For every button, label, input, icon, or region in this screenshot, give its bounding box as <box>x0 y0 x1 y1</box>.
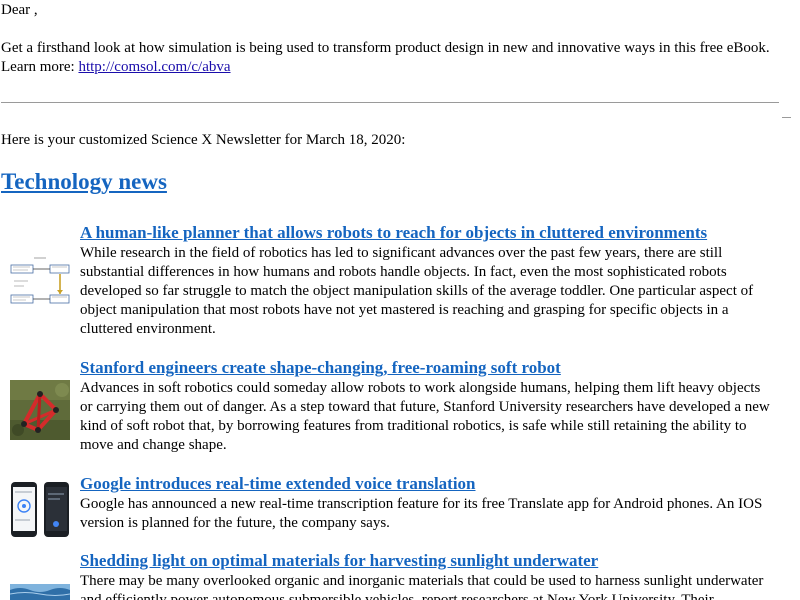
article-summary: There may be many overlooked organic and… <box>80 573 764 600</box>
article-summary: While research in the field of robotics … <box>80 245 754 337</box>
promo-block: Get a firsthand look at how simulation i… <box>1 39 791 77</box>
article-summary: Advances in soft robotics could someday … <box>80 380 770 453</box>
horizontal-divider <box>1 102 779 103</box>
robot-photo-icon <box>10 380 70 440</box>
article-thumbnail-water[interactable] <box>10 584 70 600</box>
underwater-photo-icon <box>10 584 70 600</box>
article-summary: Google has announced a new real-time tra… <box>80 496 763 531</box>
article-thumbnail-diagram[interactable] <box>10 255 70 315</box>
promo-text: Get a firsthand look at how simulation i… <box>1 40 770 56</box>
article-headline-link[interactable]: Google introduces real-time extended voi… <box>80 474 476 494</box>
learn-more-label: Learn more: <box>1 59 75 75</box>
newsletter-intro: Here is your customized Science X Newsle… <box>1 132 406 148</box>
article-headline-link[interactable]: A human-like planner that allows robots … <box>80 223 707 243</box>
article-headline-link[interactable]: Stanford engineers create shape-changing… <box>80 358 561 378</box>
phones-photo-icon <box>10 480 70 540</box>
article-headline-link[interactable]: Shedding light on optimal materials for … <box>80 551 598 571</box>
divider-tick <box>782 117 791 118</box>
article-thumbnail-robot[interactable] <box>10 380 70 440</box>
diagram-thumbnail-icon <box>10 255 70 315</box>
promo-link[interactable]: http://comsol.com/c/abva <box>78 59 230 75</box>
article-thumbnail-phones[interactable] <box>10 480 70 540</box>
section-title-technology-news[interactable]: Technology news <box>1 168 167 196</box>
greeting-text: Dear , <box>1 2 38 18</box>
